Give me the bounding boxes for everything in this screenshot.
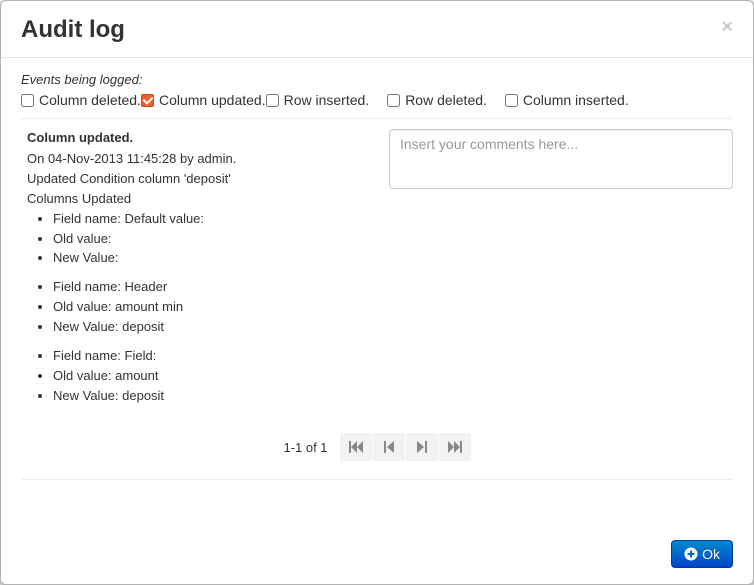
plus-circle-icon (684, 547, 698, 561)
log-change-group: Field name: Field: Old value: amount New… (27, 347, 377, 406)
checkbox-row-deleted[interactable] (387, 94, 400, 107)
pager-info: 1-1 of 1 (283, 440, 327, 455)
fast-backward-icon (349, 441, 363, 453)
log-event-title: Column updated. (27, 129, 377, 148)
modal-footer: Ok (1, 524, 753, 584)
filter-column-inserted: Column inserted. (505, 92, 629, 108)
log-timestamp: On 04-Nov-2013 11:45:28 by admin. (27, 150, 377, 169)
filter-row-inserted: Row inserted. (266, 92, 370, 108)
label-row-deleted[interactable]: Row deleted. (405, 92, 487, 108)
log-change-group: Field name: Header Old value: amount min… (27, 278, 377, 337)
filter-column-deleted: Column deleted. (21, 92, 141, 108)
pager-first-button[interactable] (340, 433, 372, 461)
ok-button[interactable]: Ok (671, 540, 733, 568)
close-button[interactable]: × (721, 17, 733, 37)
pager-next-button[interactable] (406, 433, 438, 461)
log-details: Column updated. On 04-Nov-2013 11:45:28 … (27, 129, 377, 415)
log-description: Updated Condition column 'deposit' (27, 170, 377, 189)
log-change-group: Field name: Default value: Old value: Ne… (27, 210, 377, 269)
modal-body: Events being logged: Column deleted. Col… (1, 58, 753, 524)
content-scroll-wrap: Column updated. On 04-Nov-2013 11:45:28 … (21, 118, 733, 419)
log-field-name: Field name: Field: (53, 347, 377, 366)
log-new-value: New Value: deposit (53, 387, 377, 406)
ok-button-label: Ok (702, 546, 720, 562)
audit-log-modal: Audit log × Events being logged: Column … (0, 0, 754, 585)
pager-prev-button[interactable] (373, 433, 405, 461)
log-columns-heading: Columns Updated (27, 190, 377, 209)
log-new-value: New Value: (53, 249, 377, 268)
comment-input[interactable] (389, 129, 733, 189)
modal-title: Audit log (21, 17, 125, 43)
filter-row-deleted: Row deleted. (387, 92, 487, 108)
checkbox-column-inserted[interactable] (505, 94, 518, 107)
modal-header: Audit log × (1, 1, 753, 58)
fast-forward-icon (448, 441, 462, 453)
log-field-name: Field name: Default value: (53, 210, 377, 229)
comment-pane (389, 129, 733, 415)
filters-row: Column deleted. Column updated. Row inse… (21, 92, 733, 108)
checkbox-column-updated[interactable] (141, 94, 154, 107)
pager: 1-1 of 1 (21, 419, 733, 480)
log-old-value: Old value: amount min (53, 298, 377, 317)
label-column-updated[interactable]: Column updated. (159, 92, 266, 108)
label-row-inserted[interactable]: Row inserted. (284, 92, 370, 108)
step-backward-icon (384, 441, 394, 453)
log-old-value: Old value: (53, 230, 377, 249)
events-logged-label: Events being logged: (21, 72, 733, 87)
label-column-deleted[interactable]: Column deleted. (39, 92, 141, 108)
step-forward-icon (417, 441, 427, 453)
checkbox-row-inserted[interactable] (266, 94, 279, 107)
pager-last-button[interactable] (439, 433, 471, 461)
label-column-inserted[interactable]: Column inserted. (523, 92, 629, 108)
log-entry-row: Column updated. On 04-Nov-2013 11:45:28 … (27, 129, 733, 415)
log-new-value: New Value: deposit (53, 318, 377, 337)
filter-column-updated: Column updated. (141, 92, 266, 108)
log-field-name: Field name: Header (53, 278, 377, 297)
pager-buttons (340, 433, 471, 461)
log-old-value: Old value: amount (53, 367, 377, 386)
content-scroll[interactable]: Column updated. On 04-Nov-2013 11:45:28 … (21, 119, 733, 419)
close-icon: × (721, 16, 733, 38)
checkbox-column-deleted[interactable] (21, 94, 34, 107)
